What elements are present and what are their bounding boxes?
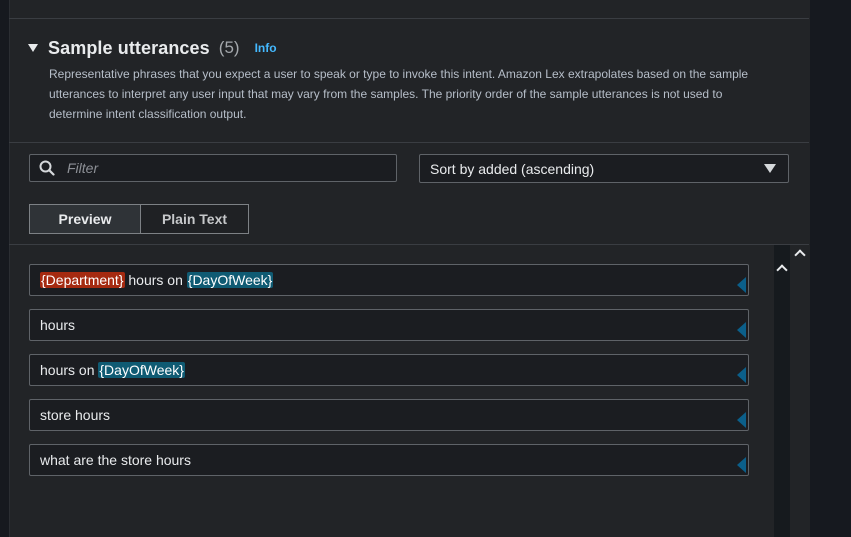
sort-selected-value: Sort by added (ascending) xyxy=(430,160,595,177)
title-row: Sample utterances (5) Info xyxy=(28,36,788,60)
resize-handle-icon[interactable] xyxy=(737,412,746,428)
resize-handle-icon[interactable] xyxy=(737,277,746,293)
page: Sample utterances (5) Info Representativ… xyxy=(0,0,851,537)
section-description: Representative phrases that you expect a… xyxy=(49,67,749,121)
caret-down-icon[interactable] xyxy=(28,44,38,52)
divider xyxy=(9,244,809,245)
divider xyxy=(9,142,809,143)
divider xyxy=(9,18,809,19)
tab-plain-text[interactable]: Plain Text xyxy=(140,204,249,234)
resize-handle-icon[interactable] xyxy=(737,367,746,383)
utterance-item[interactable]: hours xyxy=(29,309,749,341)
utterance-text: what are the store hours xyxy=(40,452,191,468)
tab-preview[interactable]: Preview xyxy=(29,204,140,234)
chevron-up-icon[interactable] xyxy=(774,260,790,276)
right-gutter xyxy=(810,0,851,537)
view-tabs: Preview Plain Text xyxy=(29,204,249,234)
resize-handle-icon[interactable] xyxy=(737,322,746,338)
slot-token: {DayOfWeek} xyxy=(186,272,274,288)
chevron-up-icon[interactable] xyxy=(790,245,810,261)
utterance-text: hours on xyxy=(124,272,187,288)
list-scrollbar[interactable] xyxy=(774,245,790,537)
utterance-item[interactable]: what are the store hours xyxy=(29,444,749,476)
utterance-item[interactable]: store hours xyxy=(29,399,749,431)
resize-handle-icon[interactable] xyxy=(737,457,746,473)
slot-token: {DayOfWeek} xyxy=(98,362,185,378)
section-header: Sample utterances (5) Info Representativ… xyxy=(28,36,788,124)
utterance-text: store hours xyxy=(40,407,111,423)
utterance-text: hours on xyxy=(40,362,99,378)
sort-select[interactable]: Sort by added (ascending) xyxy=(419,154,789,183)
utterance-text: hours xyxy=(40,317,76,333)
utterance-count: (5) xyxy=(218,38,240,57)
utterance-item[interactable]: hours on {DayOfWeek} xyxy=(29,354,749,386)
caret-down-icon xyxy=(764,164,776,173)
filter-field[interactable] xyxy=(29,154,397,182)
slot-token: {Department} xyxy=(40,272,125,288)
info-link[interactable]: Info xyxy=(255,41,277,55)
utterance-item[interactable]: {Department} hours on {DayOfWeek} xyxy=(29,264,749,296)
section-title: Sample utterances xyxy=(48,37,210,58)
filter-input[interactable] xyxy=(63,160,396,176)
search-icon xyxy=(39,159,63,177)
